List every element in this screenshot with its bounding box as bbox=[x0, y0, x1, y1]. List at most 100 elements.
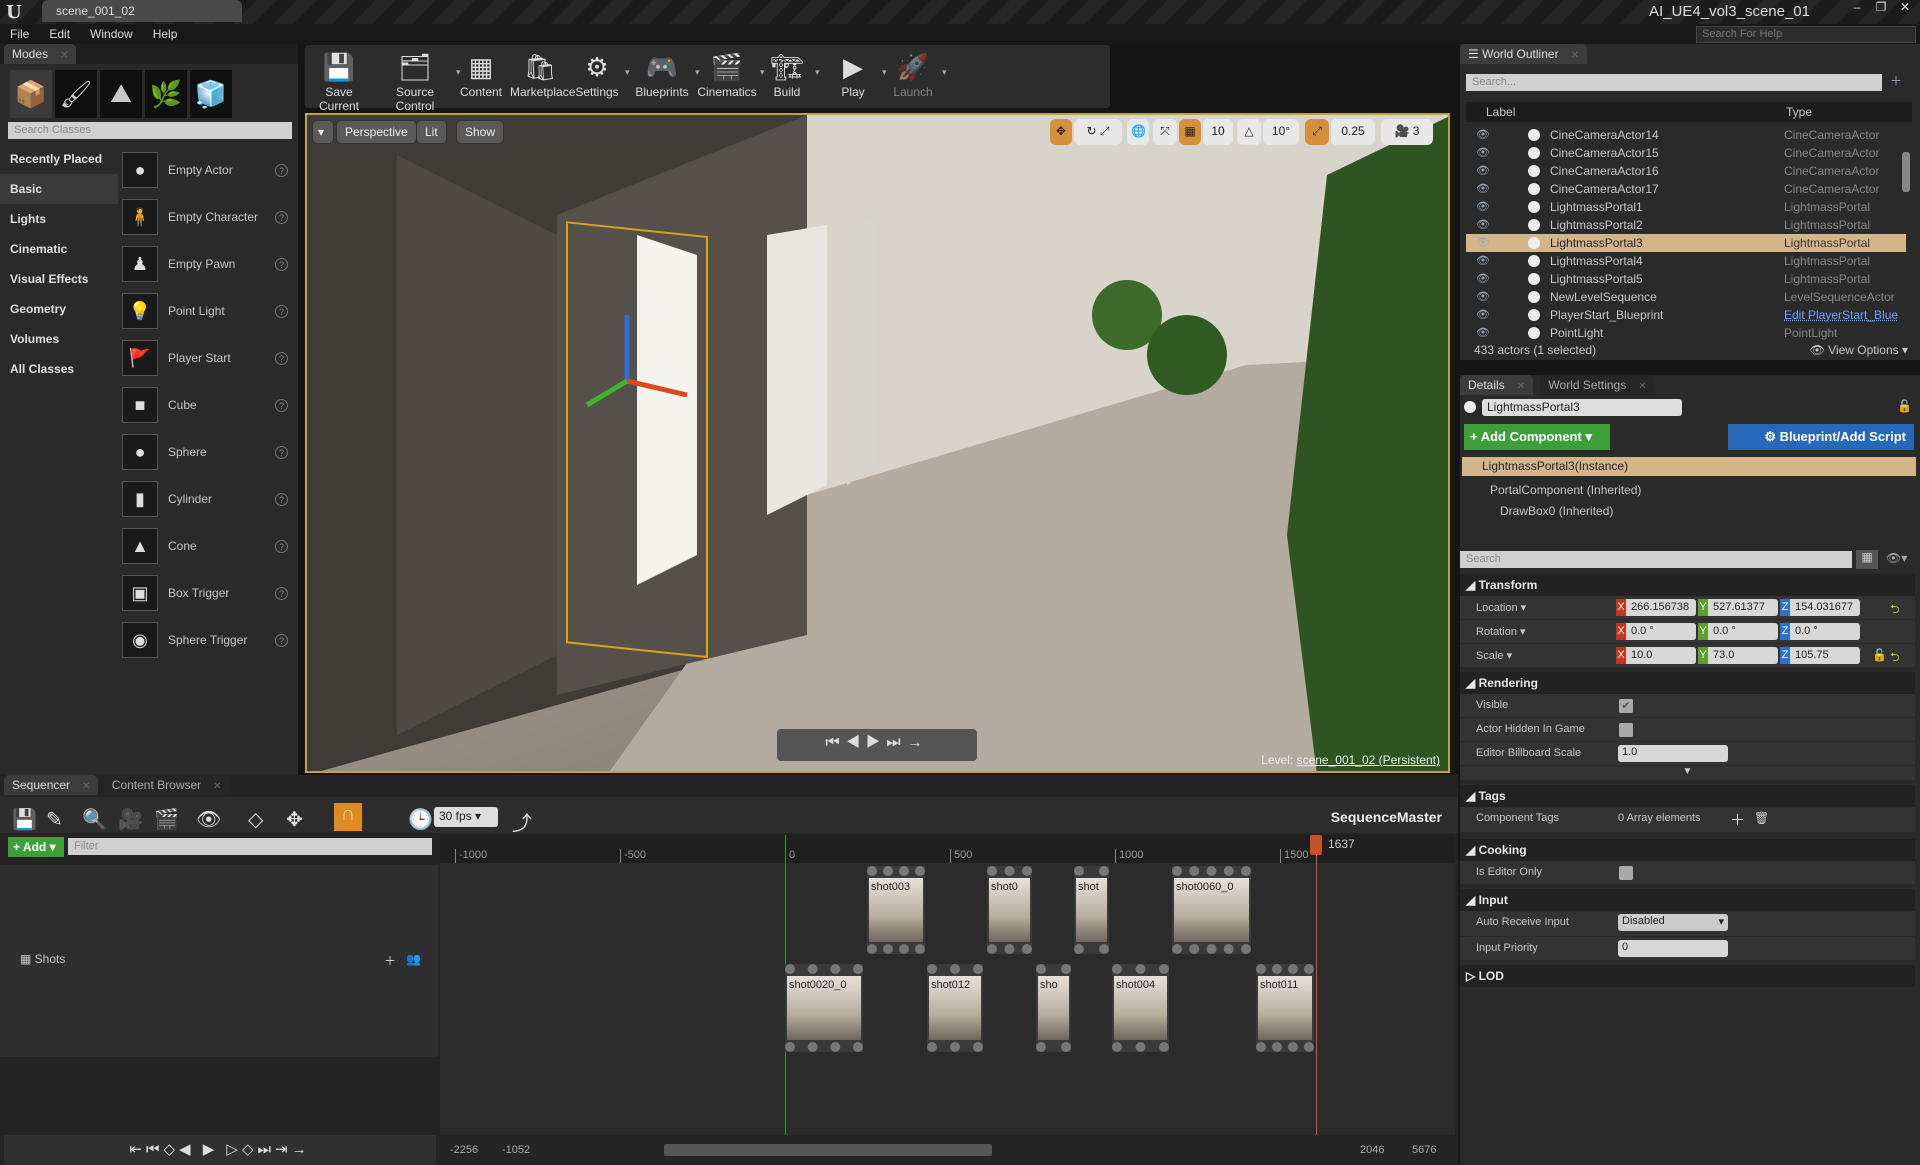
help-icon[interactable]: ? bbox=[275, 445, 288, 459]
rotation-y-input[interactable]: 0.0 ° bbox=[1708, 623, 1778, 640]
close-icon[interactable]: ✕ bbox=[1571, 50, 1579, 61]
class-item[interactable]: 💡 Point Light? bbox=[122, 289, 296, 333]
translate-icon[interactable]: ✥ bbox=[1050, 119, 1072, 145]
save-icon[interactable]: 💾 bbox=[12, 807, 37, 832]
toolbar-play-button[interactable]: ▶ Play bbox=[825, 49, 881, 105]
scale-label[interactable]: Scale ▾ bbox=[1476, 649, 1512, 662]
visibility-eye-icon[interactable]: 👁 bbox=[1476, 234, 1490, 252]
scale-snap-value[interactable]: 0.25 bbox=[1331, 119, 1375, 145]
add-component-button[interactable]: + Add Component ▾ bbox=[1464, 424, 1610, 450]
class-item[interactable]: ■ Cube? bbox=[122, 383, 296, 427]
shot-section[interactable]: shot012 bbox=[927, 964, 983, 1052]
outliner-row[interactable]: 👁 LightmassPortal5 LightmassPortal bbox=[1466, 270, 1906, 288]
menu-help[interactable]: Help bbox=[143, 24, 188, 41]
lock-icon[interactable]: 🔓 bbox=[1897, 399, 1912, 413]
category-all-classes[interactable]: All Classes bbox=[0, 354, 118, 384]
auto-receive-input-select[interactable]: Disabled ▾ bbox=[1618, 914, 1728, 931]
world-space-icon[interactable]: 🌐 bbox=[1127, 119, 1149, 145]
viewport-playback-controls[interactable]: ⏮◀▶⏭→ bbox=[777, 729, 977, 761]
column-type[interactable]: Type bbox=[1786, 105, 1812, 119]
details-search-input[interactable]: Search bbox=[1460, 551, 1852, 568]
class-item[interactable]: ▣ Box Trigger? bbox=[122, 571, 296, 615]
section-input[interactable]: ◢ Input bbox=[1460, 889, 1915, 911]
snap-magnet-icon[interactable]: ∩ bbox=[334, 803, 362, 831]
outliner-row[interactable]: 👁 LightmassPortal2 LightmassPortal bbox=[1466, 216, 1906, 234]
blueprint-add-script-button[interactable]: ⚙ Blueprint/Add Script bbox=[1728, 424, 1914, 450]
rotation-snap-value[interactable]: 10° bbox=[1263, 119, 1299, 145]
working-range-start[interactable]: -1052 bbox=[502, 1144, 530, 1156]
landscape-mode-icon[interactable]: ⛰ bbox=[100, 70, 142, 118]
shot-section[interactable]: shot0020_0 bbox=[785, 964, 863, 1052]
help-icon[interactable]: ? bbox=[275, 351, 288, 365]
outliner-row[interactable]: 👁 PlayerStart_Blueprint Edit PlayerStart_B… bbox=[1466, 306, 1906, 324]
search-icon[interactable]: 🔍 bbox=[82, 807, 107, 832]
outliner-search-input[interactable]: Search... bbox=[1466, 74, 1882, 91]
grid-snap-icon[interactable]: ▦ bbox=[1179, 119, 1201, 145]
class-item[interactable]: ● Sphere? bbox=[122, 430, 296, 474]
dropdown-caret-icon[interactable]: ▾ bbox=[815, 67, 820, 78]
lit-button[interactable]: Lit bbox=[417, 121, 446, 143]
viewport-options-button[interactable]: ▾ bbox=[313, 121, 333, 143]
category-cinematic[interactable]: Cinematic bbox=[0, 234, 118, 264]
section-rendering[interactable]: ◢ Rendering bbox=[1460, 672, 1915, 694]
outliner-row[interactable]: 👁 CineCameraActor16 CineCameraActor bbox=[1466, 162, 1906, 180]
visible-checkbox[interactable]: ✔ bbox=[1619, 699, 1633, 713]
visibility-eye-icon[interactable]: 👁 bbox=[1476, 216, 1490, 234]
help-icon[interactable]: ? bbox=[275, 210, 288, 224]
minimize-button[interactable]: – bbox=[1846, 0, 1868, 16]
visibility-eye-icon[interactable]: 👁 bbox=[1476, 324, 1490, 342]
close-icon[interactable]: ✕ bbox=[213, 781, 221, 792]
toolbar-blueprints-button[interactable]: 🎮 Blueprints bbox=[630, 49, 694, 105]
geometry-mode-icon[interactable]: 🧊 bbox=[190, 70, 232, 118]
location-z-input[interactable]: 154.031677 bbox=[1790, 599, 1860, 616]
place-mode-icon[interactable]: 📦 bbox=[10, 70, 52, 118]
outliner-row[interactable]: 👁 CineCameraActor17 CineCameraActor bbox=[1466, 180, 1906, 198]
location-x-input[interactable]: 266.156738 bbox=[1626, 599, 1696, 616]
visibility-eye-icon[interactable]: 👁 bbox=[1476, 288, 1490, 306]
rotation-snap-icon[interactable]: △ bbox=[1237, 119, 1261, 145]
category-geometry[interactable]: Geometry bbox=[0, 294, 118, 324]
visibility-eye-icon[interactable]: 👁 bbox=[1476, 198, 1490, 216]
help-icon[interactable]: ? bbox=[275, 257, 288, 271]
dropdown-caret-icon[interactable]: ▾ bbox=[942, 67, 947, 78]
component-instance[interactable]: LightmassPortal3(Instance) bbox=[1462, 457, 1916, 476]
camera-cut-icon[interactable]: 👥 bbox=[406, 952, 421, 966]
section-cooking[interactable]: ◢ Cooking bbox=[1460, 839, 1915, 861]
section-transform[interactable]: ◢ Transform bbox=[1460, 574, 1915, 596]
section-lod[interactable]: ▷ LOD bbox=[1460, 965, 1915, 987]
add-filter-icon[interactable]: ＋ bbox=[1890, 72, 1902, 89]
close-icon[interactable]: ✕ bbox=[82, 781, 90, 792]
outliner-scrollbar[interactable] bbox=[1902, 152, 1910, 192]
help-icon[interactable]: ? bbox=[275, 304, 288, 318]
sequencer-timeline[interactable]: -1000 -500 0 500 1000 1500 1637 shot003 shot0 s… bbox=[440, 835, 1455, 1135]
actor-type[interactable]: Edit PlayerStart_Blue bbox=[1784, 306, 1898, 324]
document-tab[interactable]: scene_001_02 bbox=[42, 0, 242, 22]
sequencer-transport-controls[interactable]: ⇤⏮◇◀ ▶ ▷◇⏭⇥→ bbox=[4, 1135, 436, 1165]
category-basic[interactable]: Basic bbox=[0, 174, 118, 204]
visibility-eye-icon[interactable]: 👁 bbox=[1476, 162, 1490, 180]
hidden-in-game-checkbox[interactable] bbox=[1619, 723, 1633, 737]
world-settings-tab[interactable]: World Settings ✕ bbox=[1540, 375, 1655, 395]
close-icon[interactable]: ✕ bbox=[1517, 381, 1525, 392]
help-search-input[interactable]: Search For Help bbox=[1696, 26, 1916, 43]
category-lights[interactable]: Lights bbox=[0, 204, 118, 234]
class-item[interactable]: ◉ Sphere Trigger? bbox=[122, 618, 296, 662]
menu-file[interactable]: File bbox=[0, 24, 39, 41]
location-y-input[interactable]: 527.61377 bbox=[1708, 599, 1778, 616]
category-volumes[interactable]: Volumes bbox=[0, 324, 118, 354]
key-icon[interactable]: ◇ bbox=[248, 807, 263, 832]
visibility-eye-icon[interactable]: 👁 bbox=[1476, 252, 1490, 270]
scale-x-input[interactable]: 10.0 bbox=[1626, 647, 1696, 664]
outliner-row[interactable]: 👁 LightmassPortal1 LightmassPortal bbox=[1466, 198, 1906, 216]
fps-select[interactable]: 30 fps ▾ bbox=[434, 807, 498, 827]
foliage-mode-icon[interactable]: 🌿 bbox=[145, 70, 187, 118]
camera-speed[interactable]: 🎥 3 bbox=[1381, 119, 1433, 145]
save-as-icon[interactable]: ✎ bbox=[46, 807, 63, 832]
curve-editor-icon[interactable]: ⤴ bbox=[512, 807, 532, 836]
outliner-row[interactable]: 👁 LightmassPortal4 LightmassPortal bbox=[1466, 252, 1906, 270]
outliner-row[interactable]: 👁 CineCameraActor14 CineCameraActor bbox=[1466, 126, 1906, 144]
scale-snap-icon[interactable]: ⤢ bbox=[1305, 119, 1329, 145]
surface-snap-icon[interactable]: ⤧ bbox=[1153, 119, 1177, 145]
toolbar-settings-button[interactable]: ⚙ Settings bbox=[570, 49, 624, 105]
dropdown-caret-icon[interactable]: ▾ bbox=[625, 67, 630, 78]
